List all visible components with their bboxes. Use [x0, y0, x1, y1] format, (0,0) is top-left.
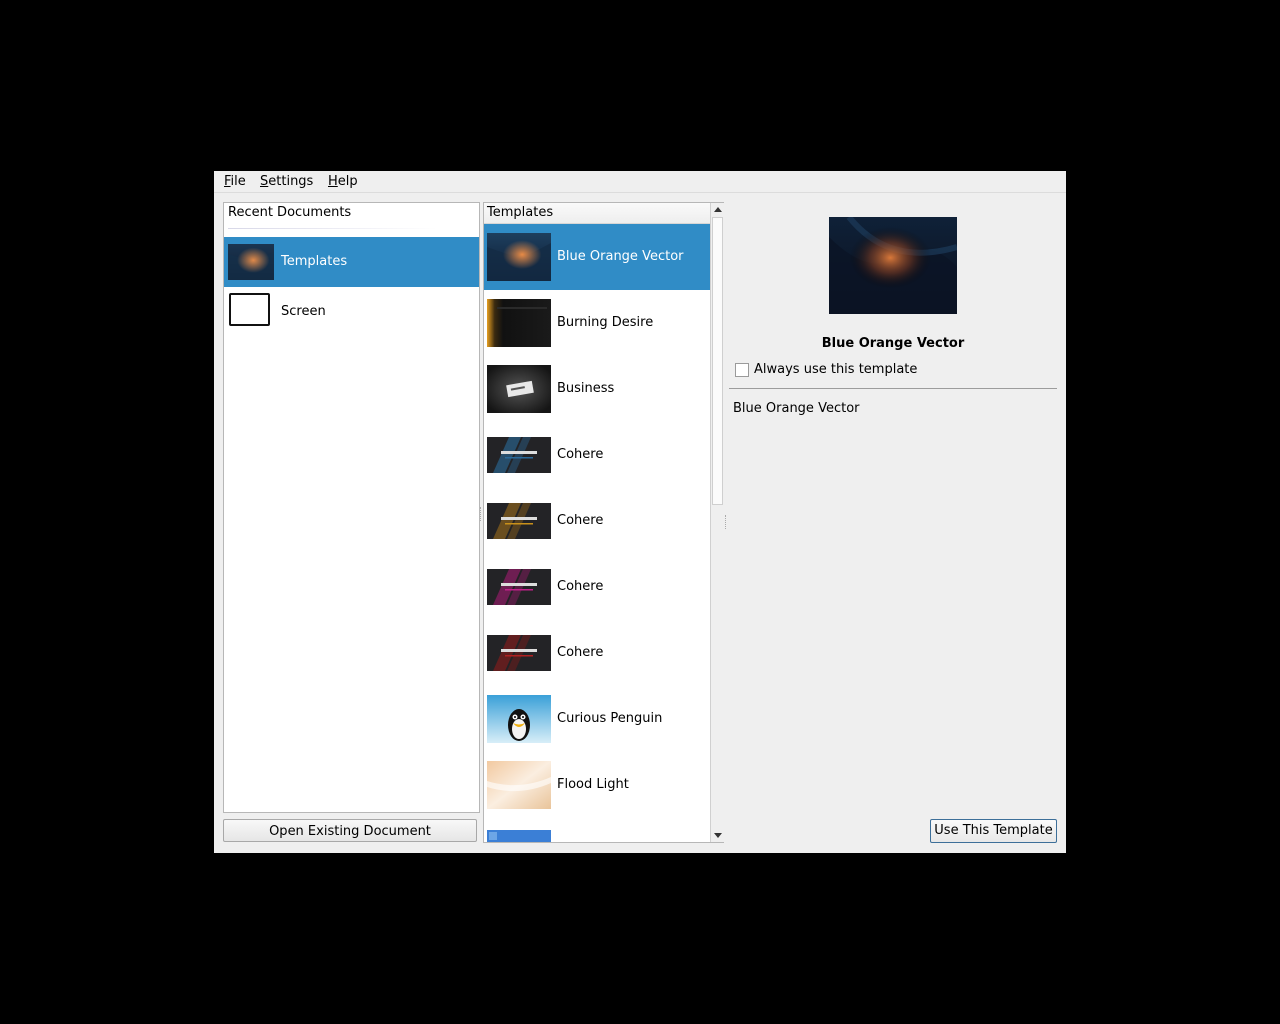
recent-separator	[228, 228, 438, 229]
open-existing-document-button[interactable]: Open Existing Document	[223, 819, 477, 842]
menu-bar: File Settings Help	[214, 171, 1066, 193]
templates-list: Blue Orange Vector Burning Desire Busine…	[484, 224, 710, 842]
template-thumbnail	[487, 365, 551, 413]
template-item-cohere-orange[interactable]: Cohere	[484, 488, 710, 554]
template-thumbnail	[487, 503, 551, 539]
always-use-label[interactable]: Always use this template	[754, 362, 917, 377]
template-item-cohere-red[interactable]: Cohere	[484, 620, 710, 686]
scroll-down-arrow-icon[interactable]	[711, 829, 724, 842]
template-label: Cohere	[557, 579, 604, 594]
use-this-template-button[interactable]: Use This Template	[930, 819, 1057, 843]
template-preview-image	[829, 217, 957, 314]
template-thumbnail	[487, 830, 551, 842]
menu-file[interactable]: File	[223, 174, 247, 190]
template-item-curious-penguin[interactable]: Curious Penguin	[484, 686, 710, 752]
template-thumbnail	[487, 761, 551, 809]
template-item-burning-desire[interactable]: Burning Desire	[484, 290, 710, 356]
template-thumbnail	[487, 635, 551, 671]
template-thumbnail	[487, 695, 551, 743]
template-label: Cohere	[557, 447, 604, 462]
template-label: Curious Penguin	[557, 711, 663, 726]
template-item-cohere-magenta[interactable]: Cohere	[484, 554, 710, 620]
template-label: Business	[557, 381, 615, 396]
template-preview-title: Blue Orange Vector	[821, 336, 965, 351]
splitter-handle[interactable]	[725, 515, 728, 529]
recent-item-templates[interactable]: Templates	[224, 237, 479, 287]
scroll-up-arrow-icon[interactable]	[711, 203, 724, 216]
templates-scrollbar[interactable]	[710, 203, 724, 842]
detail-divider	[729, 388, 1057, 389]
scrollbar-thumb[interactable]	[712, 217, 723, 505]
templates-header-label: Templates	[487, 205, 554, 220]
template-item-cohere-blue[interactable]: Cohere	[484, 422, 710, 488]
templates-list-panel: Templates Blue Orange Vector Burning Des…	[483, 202, 724, 843]
recent-item-screen[interactable]: Screen	[224, 287, 479, 337]
recent-documents-title: Recent Documents	[228, 205, 352, 220]
template-item-business[interactable]: Business	[484, 356, 710, 422]
recent-documents-panel: Recent Documents Templates Screen	[223, 202, 480, 813]
startup-window: File Settings Help Recent Documents Temp…	[214, 171, 1066, 853]
recent-item-label: Templates	[281, 254, 348, 269]
template-label: Burning Desire	[557, 315, 654, 330]
screen-thumbnail	[229, 293, 270, 326]
template-item-blue-orange-vector[interactable]: Blue Orange Vector	[484, 224, 710, 290]
template-label: Cohere	[557, 645, 604, 660]
menu-help[interactable]: Help	[327, 174, 359, 190]
template-label: Blue Orange Vector	[557, 249, 684, 264]
template-item-flood-light[interactable]: Flood Light	[484, 752, 710, 818]
always-use-checkbox[interactable]	[735, 363, 749, 377]
template-description: Blue Orange Vector	[733, 401, 860, 416]
template-thumbnail	[487, 569, 551, 605]
template-thumbnail	[487, 437, 551, 473]
templates-thumbnail	[228, 244, 274, 280]
template-thumbnail	[487, 299, 551, 347]
recent-item-label: Screen	[281, 304, 326, 319]
templates-header: Templates	[484, 203, 710, 224]
template-item-partial[interactable]	[484, 818, 710, 842]
template-thumbnail	[487, 233, 551, 281]
template-label: Flood Light	[557, 777, 629, 792]
menu-settings[interactable]: Settings	[259, 174, 314, 190]
template-label: Cohere	[557, 513, 604, 528]
